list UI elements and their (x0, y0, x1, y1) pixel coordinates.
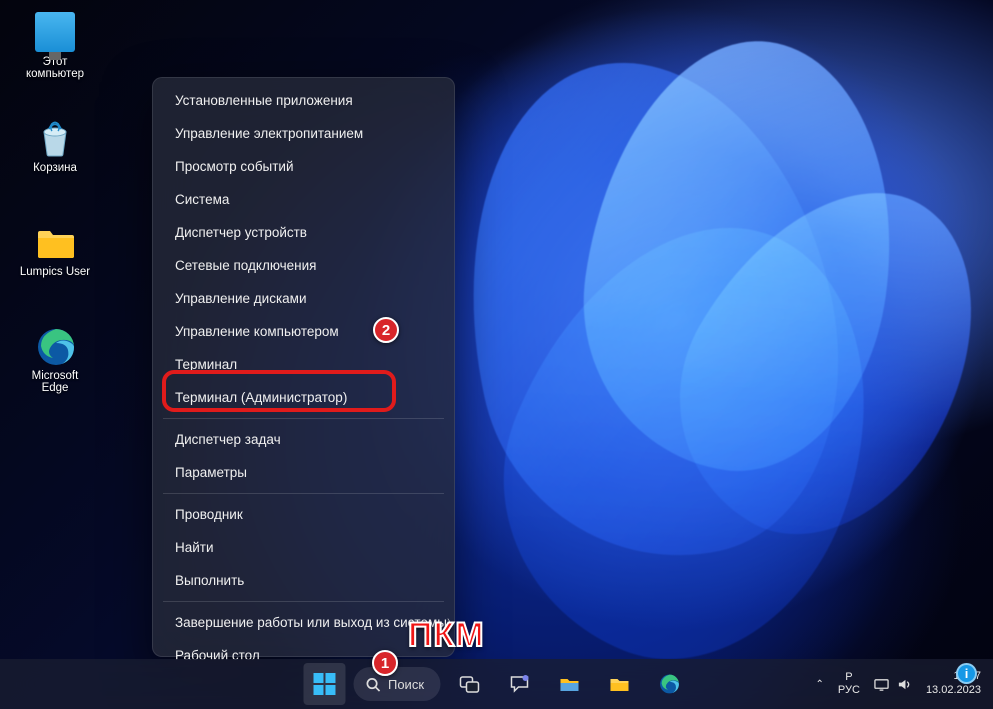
menu-separator (163, 418, 444, 419)
task-view-icon (459, 674, 479, 694)
icon-label: Lumpics User (14, 266, 96, 278)
desktop-icon-recycle-bin[interactable]: Корзина (14, 118, 96, 174)
menu-label: Проводник (175, 507, 243, 522)
winx-item-task-manager[interactable]: Диспетчер задач (153, 423, 454, 456)
menu-label: Управление электропитанием (175, 126, 363, 141)
taskbar-center: Поиск (303, 663, 690, 705)
menu-label: Управление компьютером (175, 324, 339, 339)
taskbar-pinned-folder[interactable] (598, 663, 640, 705)
winx-item-disk-management[interactable]: Управление дисками (153, 282, 454, 315)
taskbar-search[interactable]: Поиск (353, 667, 440, 701)
winx-item-event-viewer[interactable]: Просмотр событий (153, 150, 454, 183)
menu-label: Параметры (175, 465, 247, 480)
menu-label: Система (175, 192, 229, 207)
icon-label: Microsoft Edge (14, 370, 96, 394)
winx-item-file-explorer[interactable]: Проводник (153, 498, 454, 531)
menu-label: Управление дисками (175, 291, 307, 306)
search-label: Поиск (388, 677, 424, 692)
winx-item-run[interactable]: Выполнить (153, 564, 454, 597)
menu-label: Установленные приложения (175, 93, 353, 108)
menu-separator (163, 601, 444, 602)
network-icon (874, 677, 889, 692)
menu-label: Выполнить (175, 573, 244, 588)
search-icon (365, 677, 380, 692)
chat-icon (509, 674, 529, 694)
tray-status-icons[interactable] (874, 677, 912, 692)
start-button[interactable] (303, 663, 345, 705)
lang-line: РУС (838, 684, 860, 697)
winx-item-installed-apps[interactable]: Установленные приложения (153, 84, 454, 117)
winx-context-menu: Установленные приложения Управление элек… (152, 77, 455, 657)
desktop-icon-edge[interactable]: Microsoft Edge (14, 326, 96, 394)
annotation-highlight-box (162, 370, 396, 412)
menu-label: Завершение работы или выход из системы (175, 615, 447, 630)
winx-item-device-manager[interactable]: Диспетчер устройств (153, 216, 454, 249)
menu-label: Сетевые подключения (175, 258, 317, 273)
menu-label: Диспетчер устройств (175, 225, 307, 240)
annotation-rmb-label: ПКМ (408, 616, 485, 655)
file-explorer-icon (558, 673, 580, 695)
system-tray: ⌃ Р РУС 16:47 13.02.2023 i (816, 670, 981, 698)
task-view-button[interactable] (448, 663, 490, 705)
taskbar: Поиск ⌃ Р РУС 16:47 13.02.2023 (0, 659, 993, 709)
annotation-callout-2: 2 (373, 317, 399, 343)
icon-label: Корзина (14, 162, 96, 174)
desktop-icon-this-pc[interactable]: Этот компьютер (14, 12, 96, 80)
menu-label: Найти (175, 540, 214, 555)
windows-logo-icon (313, 673, 335, 695)
winx-item-computer-management[interactable]: Управление компьютером (153, 315, 454, 348)
desktop-wallpaper (0, 0, 993, 709)
edge-icon (658, 673, 680, 695)
winx-item-power-options[interactable]: Управление электропитанием (153, 117, 454, 150)
edge-icon (35, 326, 75, 366)
recycle-bin-icon (35, 118, 75, 158)
menu-label: Просмотр событий (175, 159, 294, 174)
lang-line: Р (838, 671, 860, 684)
clock-date: 13.02.2023 (926, 684, 981, 698)
taskbar-explorer[interactable] (548, 663, 590, 705)
menu-label: Диспетчер задач (175, 432, 281, 447)
folder-icon (35, 222, 75, 262)
taskbar-chat[interactable] (498, 663, 540, 705)
desktop-icon-user-folder[interactable]: Lumpics User (14, 222, 96, 278)
winx-item-search[interactable]: Найти (153, 531, 454, 564)
folder-icon (608, 673, 630, 695)
menu-separator (163, 493, 444, 494)
winx-item-system[interactable]: Система (153, 183, 454, 216)
winx-item-network-connections[interactable]: Сетевые подключения (153, 249, 454, 282)
monitor-icon (35, 12, 75, 52)
winx-item-settings[interactable]: Параметры (153, 456, 454, 489)
language-indicator[interactable]: Р РУС (838, 671, 860, 697)
annotation-callout-1: 1 (372, 650, 398, 676)
volume-icon (897, 677, 912, 692)
annotation-info-bubble: i (956, 663, 977, 684)
tray-overflow-button[interactable]: ⌃ (816, 679, 824, 690)
taskbar-edge[interactable] (648, 663, 690, 705)
